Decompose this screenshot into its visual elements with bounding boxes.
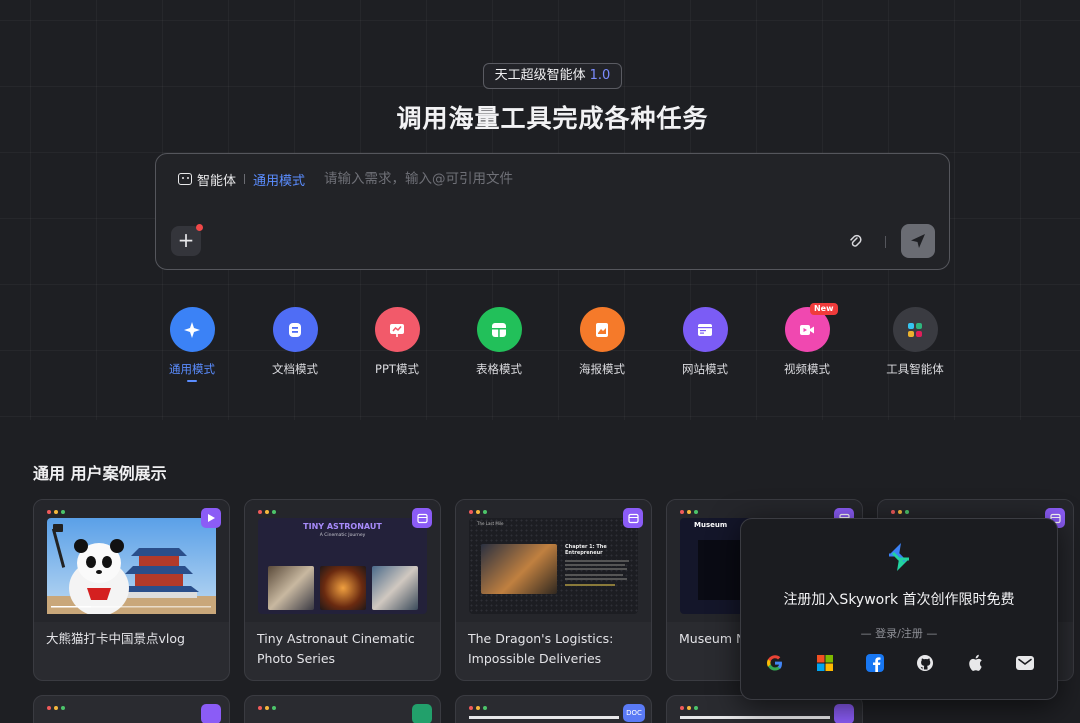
agent-mode-selector[interactable]: 智能体 通用模式 <box>178 169 305 189</box>
section-title: 通用 用户案例展示 <box>33 464 167 483</box>
doc-icon: DOC <box>623 704 645 722</box>
presentation-icon <box>374 307 420 352</box>
image-icon <box>412 704 432 723</box>
poster-icon <box>412 508 432 528</box>
mode-poster[interactable]: 海报模式 <box>557 307 647 377</box>
link-icon[interactable] <box>846 232 866 252</box>
google-icon[interactable] <box>765 653 785 673</box>
mode-table[interactable]: 表格模式 <box>454 307 544 377</box>
signup-popup: 注册加入Skywork 首次创作限时免费 — 登录/注册 — <box>740 518 1058 700</box>
mode-general[interactable]: 通用模式 <box>147 307 237 382</box>
card-thumbnail <box>34 500 229 622</box>
panda-video-image <box>47 518 216 614</box>
table-icon <box>476 307 522 352</box>
case-card[interactable] <box>33 695 230 723</box>
video-icon: New <box>784 303 838 352</box>
document-icon <box>272 307 318 352</box>
social-login-row <box>765 653 1035 673</box>
mode-document[interactable]: 文档模式 <box>250 307 340 377</box>
card-title: The Dragon's Logistics: Impossible Deliv… <box>468 631 614 666</box>
facebook-icon[interactable] <box>865 653 885 673</box>
mode-selector: 通用模式 文档模式 PPT模式 表格模式 海报模式 网站模式 New 视频模式 … <box>0 303 1080 387</box>
popup-title: 注册加入Skywork 首次创作限时免费 <box>783 592 1015 608</box>
product-badge: 天工超级智能体 1.0 <box>483 63 622 89</box>
case-card[interactable]: The Last Mile Chapter 1: The Entrepreneu… <box>455 499 652 681</box>
login-register-label: — 登录/注册 — <box>860 627 938 640</box>
website-icon <box>682 307 728 352</box>
add-attachment-button[interactable]: + <box>171 224 203 256</box>
poster-icon <box>623 508 643 528</box>
send-button[interactable] <box>901 224 935 258</box>
apple-icon[interactable] <box>965 653 985 673</box>
card-title: 大熊猫打卡中国景点vlog <box>46 631 185 646</box>
mode-video[interactable]: New 视频模式 <box>762 303 852 377</box>
email-icon[interactable] <box>1015 653 1035 673</box>
card-title: Tiny Astronaut Cinematic Photo Series <box>257 631 415 666</box>
case-card[interactable]: 大熊猫打卡中国景点vlog <box>33 499 230 681</box>
mode-website[interactable]: 网站模式 <box>660 307 750 377</box>
new-badge: New <box>809 303 838 315</box>
mode-ppt[interactable]: PPT模式 <box>352 307 442 377</box>
skywork-logo-icon <box>889 543 909 571</box>
astronaut-photo <box>268 566 314 610</box>
dragon-image <box>481 544 557 594</box>
astronaut-photo <box>320 566 366 610</box>
poster-icon <box>834 704 854 723</box>
send-icon <box>911 234 925 248</box>
case-card[interactable]: DOC <box>455 695 652 723</box>
prompt-input[interactable]: 请输入需求，输入@可引用文件 <box>324 169 513 189</box>
sparkle-icon <box>169 307 215 352</box>
case-card[interactable]: TINY ASTRONAUT A Cinematic Journey Tiny … <box>244 499 441 681</box>
robot-icon <box>178 173 192 185</box>
github-icon[interactable] <box>915 653 935 673</box>
microsoft-icon[interactable] <box>815 653 835 673</box>
poster-icon <box>201 704 221 723</box>
tools-icon <box>892 307 938 352</box>
case-card[interactable] <box>244 695 441 723</box>
mode-tools[interactable]: 工具智能体 <box>870 307 960 377</box>
astronaut-photo <box>372 566 418 610</box>
notification-dot <box>196 224 203 231</box>
card-thumbnail: TINY ASTRONAUT A Cinematic Journey <box>245 500 440 622</box>
card-thumbnail: The Last Mile Chapter 1: The Entrepreneu… <box>456 500 651 622</box>
poster-icon <box>579 307 625 352</box>
page-title: 调用海量工具完成各种任务 <box>396 104 709 133</box>
play-icon <box>201 508 221 528</box>
prompt-box[interactable]: 智能体 通用模式 请输入需求，输入@可引用文件 + <box>155 153 950 270</box>
